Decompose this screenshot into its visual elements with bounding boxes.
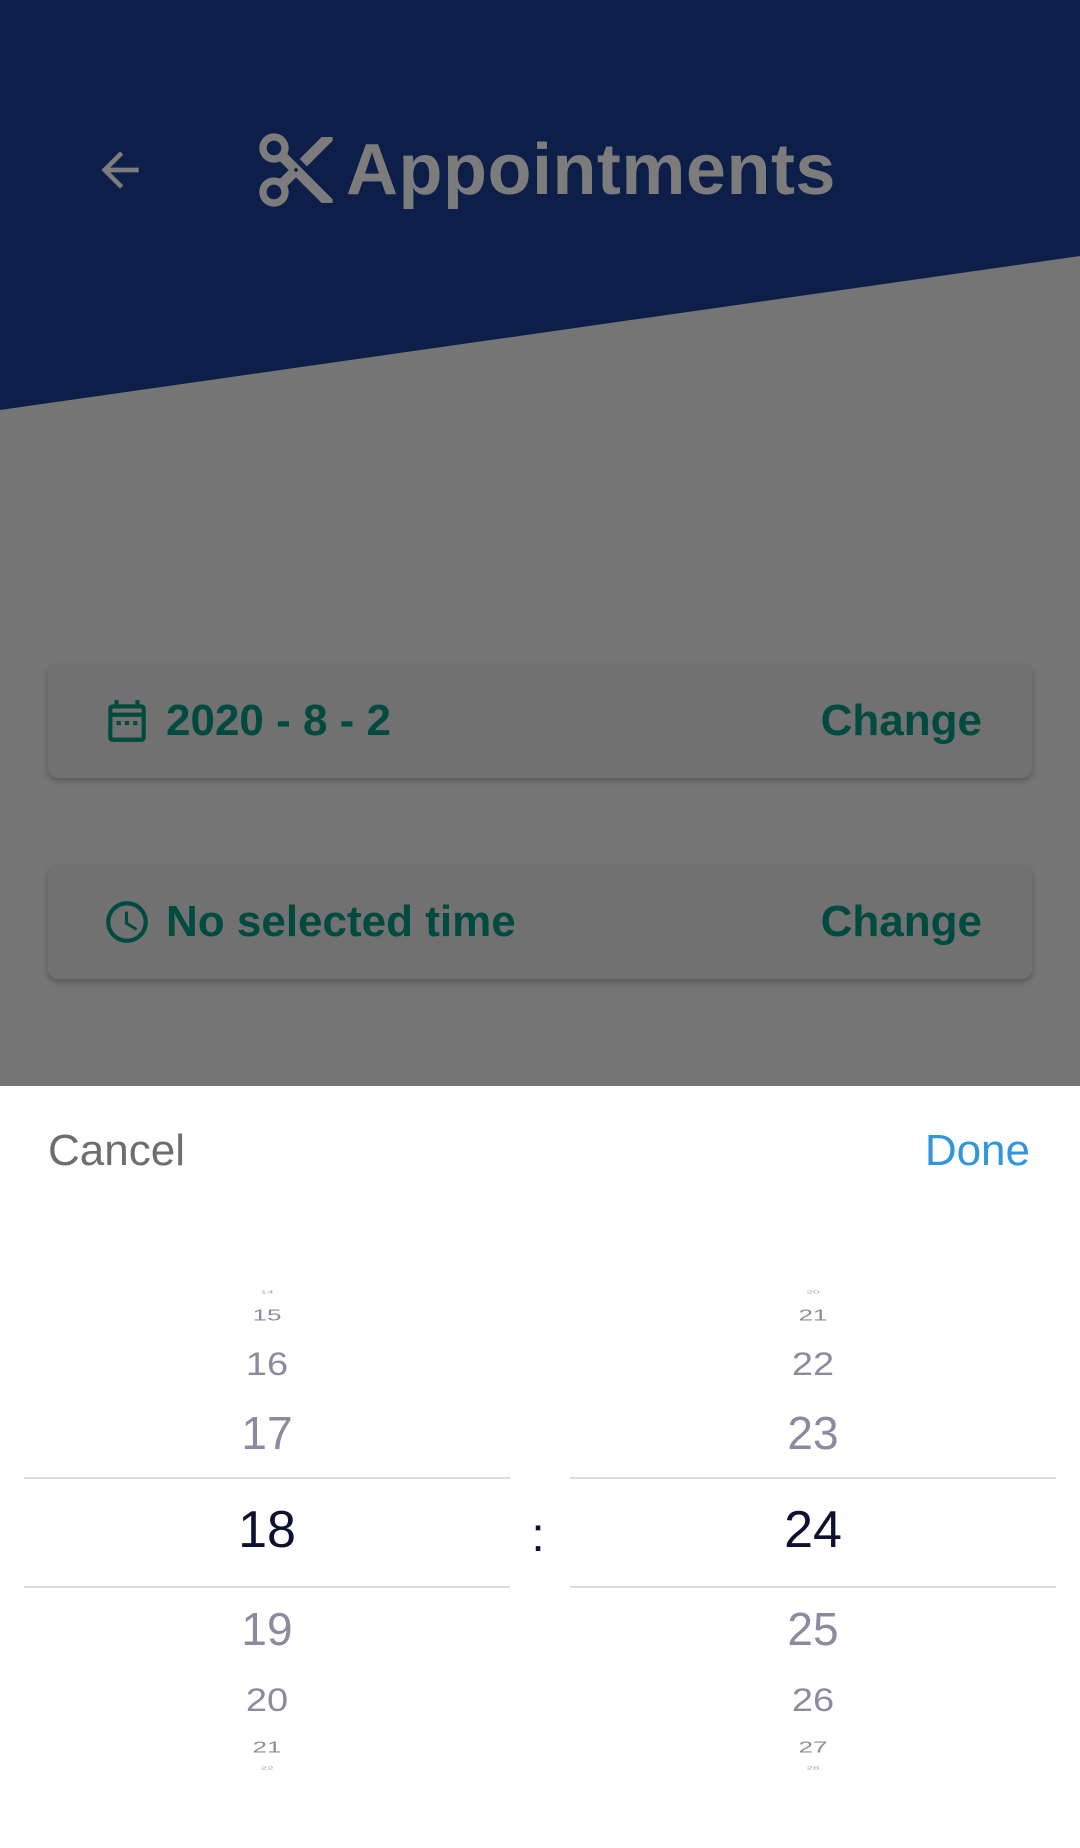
minute-option[interactable]: 23 xyxy=(570,1410,1056,1456)
done-button[interactable]: Done xyxy=(925,1126,1030,1176)
calendar-icon xyxy=(108,700,146,742)
page-title-text: Appointments xyxy=(346,130,836,210)
minute-option[interactable]: 27 xyxy=(570,1739,1056,1755)
minute-option[interactable]: 20 xyxy=(570,1290,1056,1294)
hour-option[interactable]: 22 xyxy=(24,1766,510,1770)
minute-option[interactable]: 28 xyxy=(570,1766,1056,1770)
date-card[interactable]: 2020 - 8 - 2 Change xyxy=(48,664,1032,778)
scissors-icon xyxy=(259,133,333,207)
selection-line-top xyxy=(24,1477,510,1479)
cancel-button[interactable]: Cancel xyxy=(48,1126,185,1176)
selection-line-bottom xyxy=(570,1586,1056,1588)
appointments-page: Appointments 2020 - 8 - 2 Change No sele… xyxy=(0,0,1080,1086)
back-button[interactable] xyxy=(80,130,160,210)
minute-option[interactable]: 22 xyxy=(570,1349,1056,1381)
time-card[interactable]: No selected time Change xyxy=(48,865,1032,979)
hour-selected[interactable]: 18 xyxy=(24,1504,510,1556)
hour-option[interactable]: 21 xyxy=(24,1739,510,1755)
hour-option[interactable]: 17 xyxy=(24,1410,510,1456)
hour-option[interactable]: 19 xyxy=(24,1606,510,1652)
selection-line-bottom xyxy=(24,1586,510,1588)
selection-line-top xyxy=(570,1477,1056,1479)
minute-option[interactable]: 26 xyxy=(570,1685,1056,1717)
selected-time: No selected time xyxy=(166,897,516,946)
change-date-button[interactable]: Change xyxy=(821,696,982,746)
page-title: Appointments xyxy=(252,116,836,224)
hour-option[interactable]: 16 xyxy=(24,1349,510,1381)
time-separator: : xyxy=(531,1509,545,1562)
minute-option[interactable]: 25 xyxy=(570,1606,1056,1652)
minute-option[interactable]: 21 xyxy=(570,1307,1056,1323)
hour-option[interactable]: 14 xyxy=(24,1290,510,1294)
screen: Appointments 2020 - 8 - 2 Change No sele… xyxy=(0,0,1080,1848)
hour-option[interactable]: 15 xyxy=(24,1307,510,1323)
arrow-left-icon xyxy=(101,151,139,189)
time-picker-sheet: Cancel Done 14 15 16 17 18 19 20 21 22 :… xyxy=(0,1086,1080,1848)
clock-icon xyxy=(106,901,148,943)
minute-selected[interactable]: 24 xyxy=(570,1504,1056,1556)
hour-option[interactable]: 20 xyxy=(24,1685,510,1717)
minute-wheel[interactable]: 20 21 22 23 24 25 26 27 28 xyxy=(570,1286,1056,1796)
change-time-button[interactable]: Change xyxy=(821,897,982,947)
hour-wheel[interactable]: 14 15 16 17 18 19 20 21 22 xyxy=(24,1286,510,1796)
selected-date: 2020 - 8 - 2 xyxy=(166,696,392,745)
